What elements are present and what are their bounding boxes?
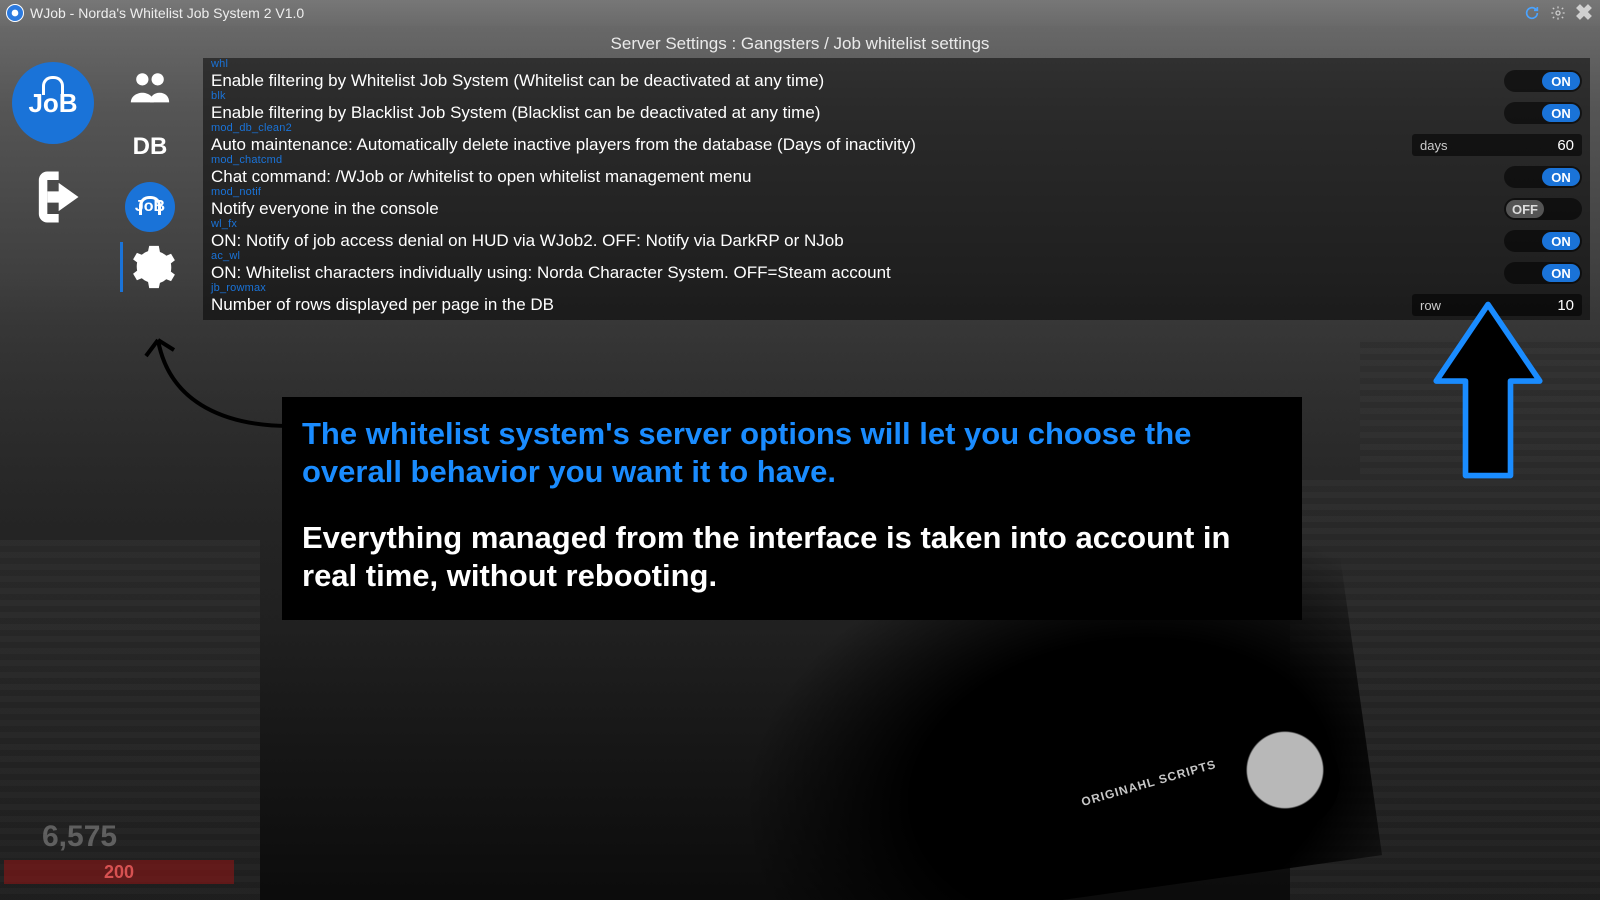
brand-logo-icon <box>1240 730 1340 830</box>
setting-row-mod_notif: mod_notifNotify everyone in the consoleO… <box>211 188 1582 220</box>
setting-row-mod_chatcmd: mod_chatcmdChat command: /WJob or /white… <box>211 156 1582 188</box>
toggle-mod_chatcmd[interactable]: ON <box>1504 166 1582 188</box>
toggle-state-label: ON <box>1542 264 1580 282</box>
toggle-state-label: ON <box>1542 104 1580 122</box>
setting-row-jb_rowmax: jb_rowmaxNumber of rows displayed per pa… <box>211 284 1582 316</box>
setting-desc: ON: Notify of job access denial on HUD v… <box>211 231 1504 251</box>
toggle-state-label: ON <box>1542 72 1580 90</box>
setting-desc: Auto maintenance: Automatically delete i… <box>211 135 1412 155</box>
window-title: WJob - Norda's Whitelist Job System 2 V1… <box>30 5 304 21</box>
toggle-state-label: OFF <box>1506 200 1544 218</box>
job-badge-icon[interactable]: JoB <box>12 62 94 144</box>
number-value: 10 <box>1557 297 1574 314</box>
nav-db-label: DB <box>133 133 168 161</box>
setting-desc: Notify everyone in the console <box>211 199 1504 219</box>
setting-desc: ON: Whitelist characters individually us… <box>211 263 1504 283</box>
annotation-arrow-up-icon <box>1428 300 1548 480</box>
setting-control: ON <box>1504 102 1582 124</box>
nav-job[interactable]: JoB <box>120 182 180 232</box>
setting-desc: Number of rows displayed per page in the… <box>211 295 1412 315</box>
number-value: 60 <box>1557 137 1574 154</box>
sidebar-secondary: DB JoB <box>115 62 185 292</box>
breadcrumb: Server Settings : Gangsters / Job whitel… <box>0 30 1600 58</box>
setting-key: mod_db_clean2 <box>211 122 292 134</box>
app-icon <box>6 4 24 22</box>
nav-db[interactable]: DB <box>120 122 180 172</box>
annotation-line1: The whitelist system's server options wi… <box>302 415 1282 491</box>
annotation-box: The whitelist system's server options wi… <box>282 397 1302 620</box>
toggle-state-label: ON <box>1542 168 1580 186</box>
setting-row-mod_db_clean2: mod_db_clean2Auto maintenance: Automatic… <box>211 124 1582 156</box>
setting-key: whl <box>211 58 228 70</box>
setting-control: ON <box>1504 230 1582 252</box>
setting-control: ON <box>1504 262 1582 284</box>
toggle-whl[interactable]: ON <box>1504 70 1582 92</box>
toggle-mod_notif[interactable]: OFF <box>1504 198 1582 220</box>
job-badge-small-icon: JoB <box>125 182 175 232</box>
setting-desc: Enable filtering by Whitelist Job System… <box>211 71 1504 91</box>
number-field-mod_db_clean2[interactable]: days 60 <box>1412 134 1582 156</box>
hud-health-value: 200 <box>104 862 134 883</box>
bg-building <box>0 540 260 900</box>
close-icon[interactable]: ✖ <box>1574 3 1594 23</box>
setting-row-wl_fx: wl_fxON: Notify of job access denial on … <box>211 220 1582 252</box>
annotation-line2: Everything managed from the interface is… <box>302 519 1282 597</box>
hud-health-bar: 200 <box>4 860 234 884</box>
setting-key: jb_rowmax <box>211 282 266 294</box>
title-bar: WJob - Norda's Whitelist Job System 2 V1… <box>0 0 1600 26</box>
setting-key: ac_wl <box>211 250 240 262</box>
toggle-state-label: ON <box>1542 232 1580 250</box>
setting-key: mod_chatcmd <box>211 154 282 166</box>
job-badge-small-label: JoB <box>135 198 165 216</box>
setting-row-whl: whlEnable filtering by Whitelist Job Sys… <box>211 60 1582 92</box>
setting-desc: Enable filtering by Blacklist Job System… <box>211 103 1504 123</box>
toggle-blk[interactable]: ON <box>1504 102 1582 124</box>
setting-control: OFF <box>1504 198 1582 220</box>
setting-row-blk: blkEnable filtering by Blacklist Job Sys… <box>211 92 1582 124</box>
job-badge-label: JoB <box>28 88 77 119</box>
setting-control: days 60 <box>1412 134 1582 156</box>
setting-row-ac_wl: ac_wlON: Whitelist characters individual… <box>211 252 1582 284</box>
hud-money: 6,575 <box>42 820 117 854</box>
settings-icon[interactable] <box>1548 3 1568 23</box>
refresh-icon[interactable] <box>1522 3 1542 23</box>
nav-users[interactable] <box>120 62 180 112</box>
toggle-wl_fx[interactable]: ON <box>1504 230 1582 252</box>
setting-key: blk <box>211 90 226 102</box>
number-unit: days <box>1420 138 1447 153</box>
setting-key: wl_fx <box>211 218 237 230</box>
annotation-pointer-arrow-icon <box>140 326 300 436</box>
setting-control: ON <box>1504 166 1582 188</box>
toggle-ac_wl[interactable]: ON <box>1504 262 1582 284</box>
exit-button[interactable] <box>14 158 92 236</box>
sidebar-primary: JoB <box>8 62 98 236</box>
settings-panel: whlEnable filtering by Whitelist Job Sys… <box>203 58 1590 320</box>
nav-settings[interactable] <box>120 242 180 292</box>
setting-key: mod_notif <box>211 186 261 198</box>
setting-control: ON <box>1504 70 1582 92</box>
setting-desc: Chat command: /WJob or /whitelist to ope… <box>211 167 1504 187</box>
